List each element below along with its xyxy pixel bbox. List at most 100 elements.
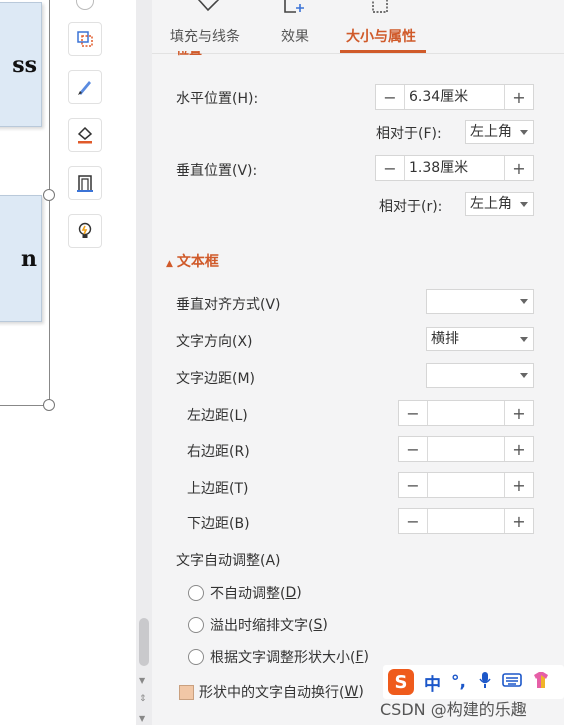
decrement-button[interactable]: − — [399, 401, 428, 425]
chevron-down-icon — [520, 373, 528, 378]
select-value: 左上角 — [470, 124, 512, 140]
text-margin-select[interactable] — [426, 363, 534, 388]
right-margin-stepper[interactable]: − + — [398, 436, 534, 462]
property-panel: 填充与线条 效果 大小与属性 位置 水平位置(H): − 6.34厘米 + 相对… — [152, 0, 564, 725]
collapse-triangle-icon: ▲ — [166, 259, 173, 269]
vertical-relative-label: 相对于(r): — [379, 199, 443, 215]
radio-circle[interactable] — [188, 585, 204, 601]
section-position-title: 位置 — [176, 51, 218, 62]
decrement-button[interactable]: − — [376, 85, 405, 109]
increment-button[interactable]: + — [504, 437, 533, 461]
scroll-page-icon[interactable]: ⇕ — [139, 694, 147, 704]
radio-label: 根据文字调整形状大小( — [210, 650, 356, 666]
shape-text: ss — [12, 51, 37, 78]
vertical-relative-select[interactable]: 左上角 — [465, 192, 534, 216]
section-textbox-title[interactable]: ▲ 文本框 — [166, 251, 219, 271]
right-margin-label: 右边距(R) — [187, 444, 250, 460]
increment-button[interactable]: + — [504, 156, 533, 180]
access-key: S — [313, 617, 323, 633]
scroll-end-icon[interactable]: ▼ — [139, 714, 145, 723]
pen-icon[interactable] — [68, 70, 102, 104]
fill-line-tab-icon — [196, 0, 222, 18]
paren: ) — [322, 617, 328, 633]
increment-button[interactable]: + — [504, 85, 533, 109]
radio-circle[interactable] — [188, 649, 204, 665]
text-margin-label: 文字边距(M) — [176, 371, 256, 387]
document-canvas[interactable]: ss n — [0, 0, 62, 725]
increment-button[interactable]: + — [504, 401, 533, 425]
increment-button[interactable]: + — [504, 509, 533, 533]
chevron-down-icon — [520, 202, 528, 207]
watermark-text: CSDN @构建的乐趣 — [380, 700, 527, 719]
radio-no-autofit[interactable]: 不自动调整(D) — [188, 583, 302, 603]
radio-label: 不自动调整( — [210, 586, 286, 602]
scroll-down-icon[interactable]: ▼ — [139, 676, 145, 685]
ime-punctuation-toggle[interactable]: °, — [451, 672, 466, 692]
skin-icon[interactable] — [532, 671, 550, 694]
vertical-position-stepper[interactable]: − 1.38厘米 + — [375, 155, 534, 181]
radio-circle[interactable] — [188, 617, 204, 633]
microphone-icon[interactable] — [478, 671, 492, 694]
bulb-icon[interactable] — [68, 214, 102, 248]
ime-logo-icon[interactable]: S — [388, 669, 414, 695]
top-margin-stepper[interactable]: − + — [398, 472, 534, 498]
tab-size-and-properties[interactable]: 大小与属性 — [346, 26, 416, 46]
ime-toolbar[interactable]: S 中 °, — [383, 665, 564, 699]
effects-tab-icon — [282, 0, 308, 20]
keyboard-icon[interactable] — [502, 672, 522, 693]
checkbox-label: 形状中的文字自动换行( — [199, 685, 345, 701]
resize-handle[interactable] — [43, 189, 55, 201]
ime-mode-toggle[interactable]: 中 — [424, 670, 441, 695]
decrement-button[interactable]: − — [399, 473, 428, 497]
tab-fill-and-line[interactable]: 填充与线条 — [170, 26, 240, 46]
increment-button[interactable]: + — [504, 473, 533, 497]
right-margin-value[interactable] — [428, 437, 504, 461]
vertical-position-value[interactable]: 1.38厘米 — [405, 156, 504, 180]
flowchart-shape-top[interactable]: ss — [0, 2, 42, 127]
bottom-margin-value[interactable] — [428, 509, 504, 533]
select-value: 横排 — [431, 331, 459, 347]
chevron-down-icon — [520, 130, 528, 135]
tab-effects[interactable]: 效果 — [281, 26, 309, 46]
text-direction-select[interactable]: 横排 — [426, 327, 534, 351]
access-key: D — [285, 585, 297, 601]
bottom-margin-label: 下边距(B) — [187, 516, 250, 532]
vertical-align-select[interactable] — [426, 289, 534, 314]
crop-icon[interactable] — [68, 22, 102, 56]
flowchart-shape-bottom[interactable]: n — [0, 195, 42, 322]
access-key: F — [355, 649, 364, 665]
active-tab-indicator — [340, 50, 426, 53]
left-margin-stepper[interactable]: − + — [398, 400, 534, 426]
vertical-align-label: 垂直对齐方式(V) — [176, 297, 281, 313]
size-tab-icon — [370, 0, 396, 20]
horizontal-position-label: 水平位置(H): — [176, 91, 259, 107]
autofit-label: 文字自动调整(A) — [176, 553, 281, 569]
left-margin-value[interactable] — [428, 401, 504, 425]
decrement-button[interactable]: − — [376, 156, 405, 180]
checkbox-wrap-text[interactable]: 形状中的文字自动换行(W) — [179, 682, 364, 702]
panel-scrollbar[interactable]: ▼ ⇕ ▼ — [136, 0, 152, 725]
paren: ) — [358, 684, 364, 700]
decrement-button[interactable]: − — [399, 437, 428, 461]
radio-shrink-on-overflow[interactable]: 溢出时缩排文字(S) — [188, 615, 328, 635]
text-direction-label: 文字方向(X) — [176, 334, 253, 350]
checkbox-box[interactable] — [179, 684, 194, 700]
fill-icon[interactable] — [68, 118, 102, 152]
paren: ) — [296, 585, 302, 601]
resize-handle[interactable] — [43, 399, 55, 411]
frame-icon[interactable] — [68, 166, 102, 200]
bottom-margin-stepper[interactable]: − + — [398, 508, 534, 534]
select-value: 左上角 — [470, 196, 512, 212]
top-margin-label: 上边距(T) — [187, 481, 249, 497]
scroll-thumb[interactable] — [139, 618, 149, 666]
radio-resize-shape[interactable]: 根据文字调整形状大小(F) — [188, 647, 369, 667]
chevron-down-icon — [520, 299, 528, 304]
horizontal-position-value[interactable]: 6.34厘米 — [405, 85, 504, 109]
decrement-button[interactable]: − — [399, 509, 428, 533]
more-icon[interactable] — [76, 0, 94, 10]
horizontal-position-stepper[interactable]: − 6.34厘米 + — [375, 84, 534, 110]
shape-text: n — [21, 245, 37, 272]
left-margin-label: 左边距(L) — [187, 408, 248, 424]
top-margin-value[interactable] — [428, 473, 504, 497]
horizontal-relative-select[interactable]: 左上角 — [465, 120, 534, 144]
